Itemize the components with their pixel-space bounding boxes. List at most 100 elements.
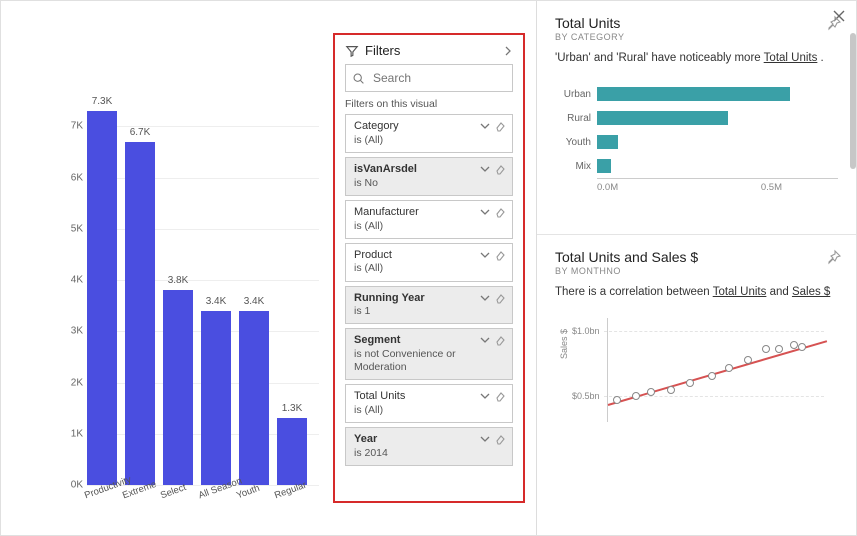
filter-item[interactable]: Manufactureris (All) — [345, 200, 513, 239]
linked-term[interactable]: Total Units — [764, 52, 818, 64]
scatter-point[interactable] — [762, 345, 770, 353]
search-input[interactable] — [371, 70, 506, 86]
card-title: Total Units — [555, 15, 838, 31]
clear-filter-icon[interactable] — [494, 249, 506, 261]
scatter-point[interactable] — [744, 356, 752, 364]
bar-value-label: 3.4K — [244, 296, 265, 307]
clear-filter-icon[interactable] — [494, 163, 506, 175]
card-subtitle: BY CATEGORY — [555, 32, 838, 42]
pin-icon[interactable] — [826, 15, 842, 31]
filter-condition: is 2014 — [354, 447, 486, 460]
filter-item[interactable]: Productis (All) — [345, 243, 513, 282]
scatter-point[interactable] — [686, 379, 694, 387]
chevron-down-icon[interactable] — [479, 120, 491, 132]
scatter-point[interactable] — [790, 341, 798, 349]
filter-field-name: Year — [354, 433, 486, 447]
hbar-category-label: Rural — [555, 113, 591, 124]
filter-item[interactable]: Total Unitsis (All) — [345, 384, 513, 423]
filters-section-label: Filters on this visual — [345, 98, 513, 110]
chevron-down-icon[interactable] — [479, 292, 491, 304]
hbar[interactable] — [597, 111, 728, 125]
bar[interactable] — [277, 418, 307, 485]
y-tick-label: 7K — [65, 121, 83, 132]
chevron-down-icon[interactable] — [479, 163, 491, 175]
y-tick-label: 0K — [65, 480, 83, 491]
clear-filter-icon[interactable] — [494, 206, 506, 218]
filter-condition: is not Convenience or Moderation — [354, 348, 486, 374]
hbar-category-label: Urban — [555, 89, 591, 100]
linked-term[interactable]: Total Units — [713, 286, 767, 298]
filter-condition: is 1 — [354, 305, 486, 318]
card-title: Total Units and Sales $ — [555, 249, 838, 265]
clear-filter-icon[interactable] — [494, 334, 506, 346]
hbar-x-axis: 0.0M0.5M — [597, 178, 838, 193]
insight-card-total-units: Total Units BY CATEGORY 'Urban' and 'Rur… — [537, 1, 856, 230]
main-bar-chart: 0K1K2K3K4K5K6K7K7.3K6.7K3.8K3.4K3.4K1.3K… — [5, 5, 329, 533]
bar[interactable] — [163, 290, 193, 485]
hbar[interactable] — [597, 87, 790, 101]
collapse-filters-icon[interactable] — [503, 46, 513, 56]
filter-field-name: Segment — [354, 334, 486, 348]
chevron-down-icon[interactable] — [479, 433, 491, 445]
filter-item[interactable]: isVanArsdelis No — [345, 157, 513, 196]
y-tick-label: 3K — [65, 326, 83, 337]
filter-condition: is (All) — [354, 134, 486, 147]
linked-term[interactable]: Sales $ — [792, 286, 830, 298]
bar-value-label: 1.3K — [282, 403, 303, 414]
y-tick-label: 1K — [65, 428, 83, 439]
card-caption: There is a correlation between Total Uni… — [555, 284, 838, 300]
pin-icon[interactable] — [826, 249, 842, 265]
scatter-point[interactable] — [708, 372, 716, 380]
chevron-down-icon[interactable] — [479, 334, 491, 346]
insight-card-units-sales: Total Units and Sales $ BY MONTHNO There… — [537, 235, 856, 432]
search-icon — [352, 72, 365, 85]
filter-condition: is (All) — [354, 404, 486, 417]
filter-item[interactable]: Running Yearis 1 — [345, 286, 513, 325]
scatter-chart: Sales $ $1.0bn$0.5bn — [567, 314, 830, 424]
bar-value-label: 3.8K — [168, 275, 189, 286]
y-axis-label: Sales $ — [559, 329, 569, 359]
clear-filter-icon[interactable] — [494, 390, 506, 402]
filter-item[interactable]: Categoryis (All) — [345, 114, 513, 153]
filter-field-name: Running Year — [354, 292, 486, 306]
filter-field-name: Category — [354, 120, 486, 134]
clear-filter-icon[interactable] — [494, 433, 506, 445]
scatter-point[interactable] — [725, 364, 733, 372]
filters-search[interactable] — [345, 64, 513, 92]
chevron-down-icon[interactable] — [479, 249, 491, 261]
scatter-point[interactable] — [667, 386, 675, 394]
card-caption: 'Urban' and 'Rural' have noticeably more… — [555, 50, 838, 66]
filter-condition: is (All) — [354, 262, 486, 275]
bar[interactable] — [125, 142, 155, 485]
hbar[interactable] — [597, 135, 618, 149]
chevron-down-icon[interactable] — [479, 206, 491, 218]
bar[interactable] — [87, 111, 117, 485]
filter-condition: is (All) — [354, 220, 486, 233]
bar-value-label: 6.7K — [130, 127, 151, 138]
bar[interactable] — [201, 311, 231, 485]
filters-pane: Filters Filters on this visual Categoryi… — [333, 33, 525, 503]
scatter-point[interactable] — [632, 392, 640, 400]
hbar-category-label: Youth — [555, 137, 591, 148]
filter-field-name: isVanArsdel — [354, 163, 486, 177]
scatter-point[interactable] — [647, 388, 655, 396]
filter-field-name: Total Units — [354, 390, 486, 404]
y-tick-label: $1.0bn — [572, 326, 600, 336]
y-tick-label: 5K — [65, 223, 83, 234]
bar-value-label: 7.3K — [92, 96, 113, 107]
filter-icon — [345, 44, 359, 58]
bar-value-label: 3.4K — [206, 296, 227, 307]
card-subtitle: BY MONTHNO — [555, 266, 838, 276]
y-tick-label: $0.5bn — [572, 391, 600, 401]
scatter-point[interactable] — [613, 396, 621, 404]
bar[interactable] — [239, 311, 269, 485]
scatter-point[interactable] — [775, 345, 783, 353]
filter-item[interactable]: Yearis 2014 — [345, 427, 513, 466]
clear-filter-icon[interactable] — [494, 120, 506, 132]
y-tick-label: 6K — [65, 172, 83, 183]
hbar[interactable] — [597, 159, 611, 173]
filter-item[interactable]: Segmentis not Convenience or Moderation — [345, 328, 513, 380]
chevron-down-icon[interactable] — [479, 390, 491, 402]
clear-filter-icon[interactable] — [494, 292, 506, 304]
scatter-point[interactable] — [798, 343, 806, 351]
